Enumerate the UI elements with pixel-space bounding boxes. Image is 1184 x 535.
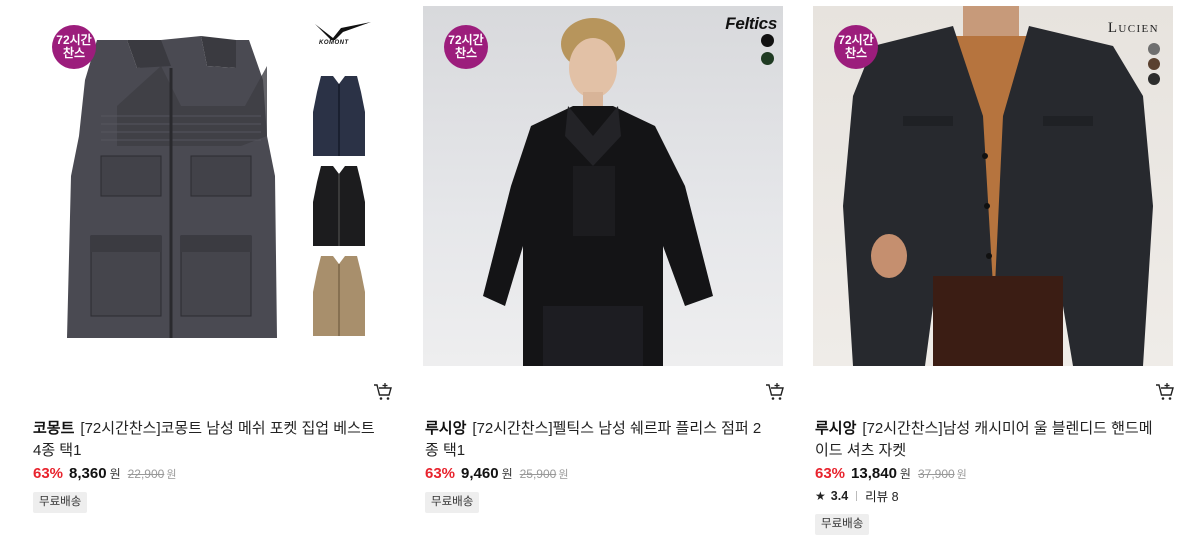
price-row: 63% 13,840 원 37,900 원 — [815, 465, 967, 482]
cart-add-icon[interactable] — [765, 382, 785, 402]
currency-unit: 원 — [109, 467, 121, 481]
title-text-line-2: 이드 셔츠 자켓 — [815, 442, 907, 459]
free-shipping-tag: 무료배송 — [33, 492, 88, 513]
product-image[interactable]: 72시간 찬스 Feltics — [423, 6, 783, 366]
review-count[interactable]: 리뷰 8 — [865, 486, 898, 505]
feltics-logo: Feltics — [725, 14, 777, 33]
price-row: 63% 9,460 원 25,900 원 — [425, 465, 568, 482]
free-shipping-tag: 무료배송 — [425, 492, 480, 513]
badge-line-2: 찬스 — [62, 46, 86, 60]
color-thumb-beige[interactable] — [307, 252, 371, 338]
vest-thumb-icon — [313, 166, 365, 246]
free-shipping-tag: 무료배송 — [815, 514, 870, 535]
discount-rate: 63% — [815, 465, 846, 482]
star-icon: ★ — [815, 488, 826, 503]
product-card-komont-vest[interactable]: 72시간 찬스 KOMONT 코몽트 [72시간찬스]코몽트 남성 메쉬 포켓 … — [31, 0, 393, 524]
product-card-lucien-shirt-jacket[interactable]: 72시간 찬스 Lucien 루시앙 [72시간찬스]남성 캐시미어 울 블렌디드… — [813, 0, 1175, 535]
title-text-line-1: [72시간찬스]코몽트 남성 메쉬 포켓 집업 베스트 — [80, 420, 375, 437]
color-swatch-charcoal[interactable] — [1148, 73, 1160, 85]
lucien-wordmark: Lucien — [1107, 20, 1159, 36]
badge-line-2: 찬스 — [454, 46, 478, 60]
badge-line-2: 찬스 — [844, 46, 868, 60]
cart-add-icon[interactable] — [373, 382, 393, 402]
cart-add-icon[interactable] — [1155, 382, 1175, 402]
brand-name: 루시앙 — [815, 420, 857, 437]
komont-swoosh-icon — [315, 22, 371, 42]
discount-rate: 63% — [425, 465, 456, 482]
product-title[interactable]: 루시앙 [72시간찬스]남성 캐시미어 울 블렌디드 핸드메 이드 셔츠 자켓 — [815, 418, 1160, 462]
72hour-chance-badge: 72시간 찬스 — [52, 25, 96, 69]
vest-thumb-icon — [313, 256, 365, 336]
color-thumb-black[interactable] — [307, 162, 371, 248]
rating-row: ★ 3.4 리뷰 8 — [815, 486, 899, 505]
title-text-line-2: 4종 택1 — [33, 442, 82, 459]
original-price: 25,900 — [519, 467, 557, 481]
price-row: 63% 8,360 원 22,900 원 — [33, 465, 176, 482]
color-swatches — [1148, 43, 1160, 85]
color-swatch-brown[interactable] — [1148, 58, 1160, 70]
title-text-line-2: 종 택1 — [425, 442, 466, 459]
color-thumb-navy[interactable] — [307, 72, 371, 158]
sale-price: 13,840 — [851, 465, 897, 482]
rating-score: 3.4 — [830, 488, 849, 503]
product-image[interactable]: 72시간 찬스 Lucien — [813, 6, 1173, 366]
currency-unit: 원 — [501, 467, 513, 481]
original-currency-unit: 원 — [166, 469, 177, 481]
komont-logo: KOMONT — [313, 20, 373, 50]
product-title[interactable]: 루시앙 [72시간찬스]펠틱스 남성 쉐르파 플리스 점퍼 2 종 택1 — [425, 418, 770, 462]
currency-unit: 원 — [899, 467, 911, 481]
lucien-logo: Lucien — [1108, 20, 1159, 37]
original-price: 37,900 — [917, 467, 955, 481]
sale-price: 8,360 — [69, 465, 107, 482]
color-swatch-green[interactable] — [761, 52, 774, 65]
72hour-chance-badge: 72시간 찬스 — [444, 25, 488, 69]
color-swatch-gray[interactable] — [1148, 43, 1160, 55]
color-swatch-black[interactable] — [761, 34, 774, 47]
product-card-feltics-jumper[interactable]: 72시간 찬스 Feltics 루시앙 [72시간찬스]펠틱스 남성 쉐르파 플리… — [423, 0, 785, 524]
original-currency-unit: 원 — [956, 469, 967, 481]
brand-name: 루시앙 — [425, 420, 467, 437]
discount-rate: 63% — [33, 465, 64, 482]
brand-name: 코몽트 — [33, 420, 75, 437]
product-title[interactable]: 코몽트 [72시간찬스]코몽트 남성 메쉬 포켓 집업 베스트 4종 택1 — [33, 418, 378, 462]
sale-price: 9,460 — [461, 465, 499, 482]
product-image[interactable]: 72시간 찬스 KOMONT — [31, 6, 391, 366]
color-swatches — [761, 34, 774, 65]
title-text-line-1: [72시간찬스]남성 캐시미어 울 블렌디드 핸드메 — [862, 420, 1153, 437]
original-price: 22,900 — [127, 467, 165, 481]
72hour-chance-badge: 72시간 찬스 — [834, 25, 878, 69]
divider — [856, 490, 858, 501]
title-text-line-1: [72시간찬스]펠틱스 남성 쉐르파 플리스 점퍼 2 — [472, 420, 762, 437]
komont-wordmark: KOMONT — [319, 40, 349, 46]
vest-thumb-icon — [313, 76, 365, 156]
original-currency-unit: 원 — [558, 469, 569, 481]
